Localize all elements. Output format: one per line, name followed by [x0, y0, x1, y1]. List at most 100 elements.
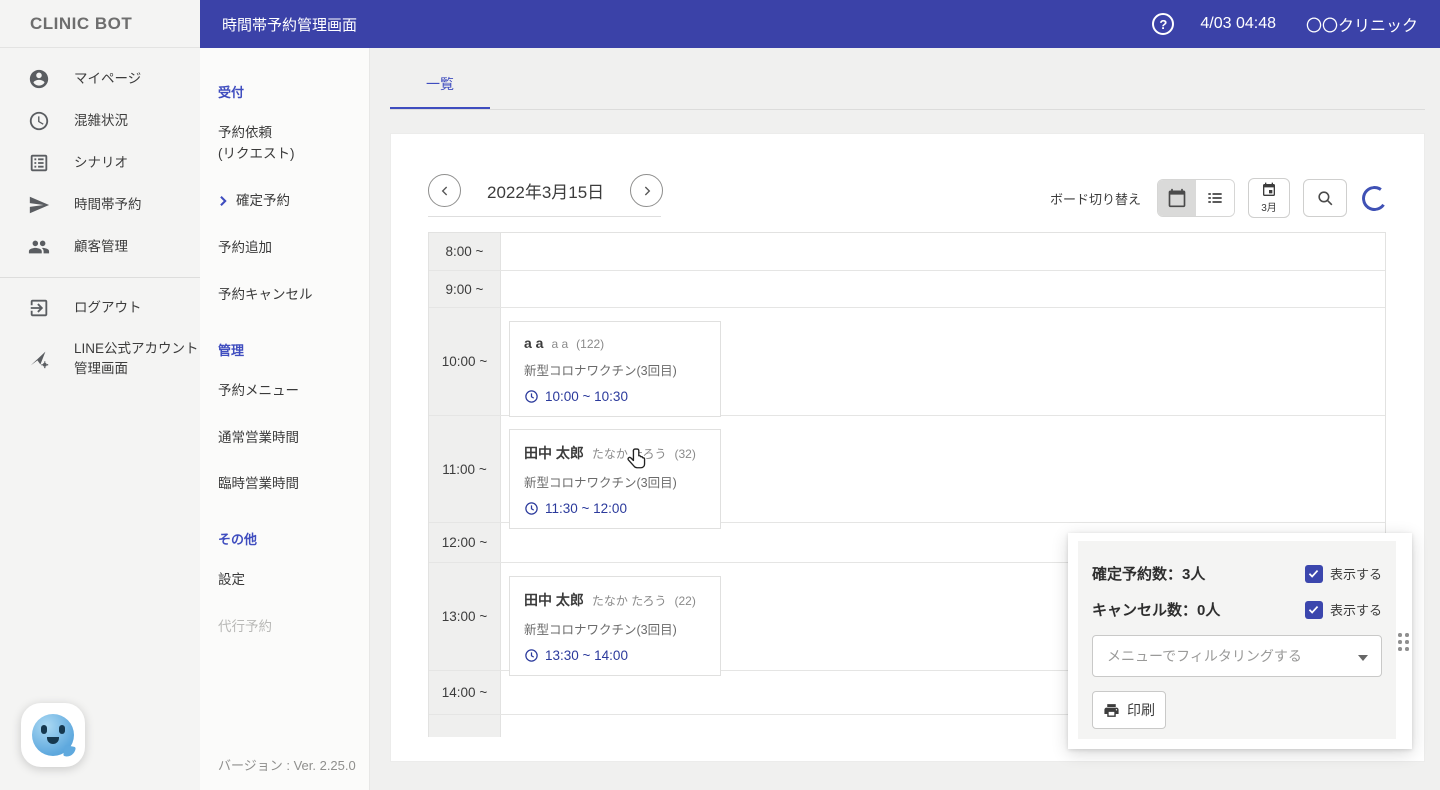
submenu-item-add[interactable]: 予約追加	[218, 238, 359, 259]
summary-panel: 確定予約数：3人 表示する キャンセル数：0人 表示する メニューでフィルタリン…	[1068, 533, 1412, 749]
appointment-slot: 10:00 ~ 10:30	[545, 389, 628, 404]
appointment-slot: 11:30 ~ 12:00	[545, 501, 627, 516]
time-label: 9:00 ~	[429, 271, 501, 307]
cancelled-count-label: キャンセル数：0人	[1092, 602, 1221, 619]
schedule-row-9[interactable]: 9:00 ~	[429, 271, 1385, 308]
next-day-button[interactable]	[630, 174, 664, 207]
current-date: 2022年3月15日	[487, 183, 605, 202]
sidebar-item-logout[interactable]: ログアウト	[0, 287, 200, 329]
submenu-item-request[interactable]: 予約依頼 (リクエスト)	[218, 123, 359, 165]
clock-icon	[525, 649, 538, 662]
slot-area[interactable]	[501, 233, 1385, 270]
appointment-card[interactable]: a a a a (122) 新型コロナワクチン(3回目) 10:00 ~ 10:…	[509, 321, 721, 417]
print-button-label: 印刷	[1127, 702, 1155, 718]
clock-icon	[29, 111, 49, 131]
clock-icon	[525, 390, 538, 403]
sidebar-item-line-account[interactable]: LINE公式アカウント 管理画面	[0, 329, 200, 390]
account-icon	[29, 69, 49, 89]
appointment-menu: 新型コロナワクチン(3回目)	[524, 623, 677, 637]
patient-kana: たなか たろう	[591, 594, 667, 608]
clinic-name: 〇〇クリニック	[1305, 18, 1418, 35]
cancelled-show-checkbox[interactable]	[1304, 600, 1323, 619]
month-button-label: 3月	[1261, 203, 1277, 214]
header-datetime: 4/03 04:48	[1200, 15, 1276, 32]
appointment-menu: 新型コロナワクチン(3回目)	[524, 476, 677, 490]
logout-icon	[30, 299, 48, 317]
patient-kana: a a	[551, 337, 569, 351]
submenu: 受付 予約依頼 (リクエスト) 確定予約 予約追加 予約キャンセル 管理 予約メ…	[200, 48, 370, 790]
sidebar-divider	[0, 277, 200, 278]
chevron-right-icon	[220, 196, 227, 207]
submenu-item-confirmed[interactable]: 確定予約	[218, 191, 359, 212]
version-label: バージョン : Ver. 2.25.0	[218, 758, 356, 773]
chevron-left-icon	[441, 186, 447, 195]
schedule-row-8[interactable]: 8:00 ~	[429, 233, 1385, 271]
logo-area: CLINIC BOT	[0, 0, 200, 48]
sidebar-item-timeslot[interactable]: 時間帯予約	[0, 184, 200, 226]
appointment-menu: 新型コロナワクチン(3回目)	[524, 364, 677, 378]
list-view-button[interactable]	[1196, 180, 1234, 216]
top-bar: CLINIC BOT 時間帯予約管理画面 ? 4/03 04:48 〇〇クリニッ…	[0, 0, 1440, 48]
submenu-item-cancel[interactable]: 予約キャンセル	[218, 285, 359, 306]
patient-name: a a	[524, 335, 544, 351]
search-button[interactable]	[1303, 179, 1347, 217]
title-bar: 時間帯予約管理画面 ? 4/03 04:48 〇〇クリニック	[200, 0, 1440, 48]
patient-number: (22)	[674, 594, 696, 608]
sidebar-item-customers[interactable]: 顧客管理	[0, 226, 200, 268]
schedule-row-11[interactable]: 11:00 ~ 田中 太郎 たなか たろう (32) 新型コロナワクチン(3回目…	[429, 416, 1385, 529]
panel-drag-handle[interactable]	[1398, 633, 1409, 651]
submenu-item-settings[interactable]: 設定	[218, 570, 359, 591]
appointment-slot: 13:30 ~ 14:00	[545, 648, 628, 663]
calendar-view-button[interactable]	[1158, 180, 1196, 216]
cancelled-show-toggle[interactable]: 表示する	[1304, 600, 1382, 619]
board-view-toggle	[1157, 179, 1235, 217]
time-label: 11:00 ~	[429, 416, 501, 522]
print-button[interactable]: 印刷	[1092, 691, 1166, 729]
help-icon[interactable]: ?	[1152, 13, 1175, 35]
summary-panel-content: 確定予約数：3人 表示する キャンセル数：0人 表示する メニューでフィルタリン…	[1078, 541, 1396, 739]
tab-list[interactable]: 一覧	[390, 74, 490, 109]
submenu-item-temp-hours[interactable]: 臨時営業時間	[218, 474, 359, 495]
submenu-header-reception: 受付	[218, 85, 245, 100]
filter-placeholder: メニューでフィルタリングする	[1107, 648, 1302, 664]
check-icon	[1309, 569, 1319, 578]
patient-kana: たなか たろう	[591, 447, 667, 461]
slot-area[interactable]	[501, 271, 1385, 307]
month-picker-button[interactable]: 3月	[1248, 178, 1290, 218]
sidebar-item-scenario[interactable]: シナリオ	[0, 142, 200, 184]
patient-number: (32)	[674, 447, 696, 461]
patient-number: (122)	[576, 337, 605, 351]
confirmed-show-checkbox[interactable]	[1304, 564, 1323, 583]
slot-area[interactable]: a a a a (122) 新型コロナワクチン(3回目) 10:00 ~ 10:…	[501, 308, 1385, 417]
clock-icon	[525, 502, 538, 515]
time-label: 10:00 ~	[429, 308, 501, 415]
list-icon	[1208, 193, 1222, 203]
schedule-row-10[interactable]: 10:00 ~ a a a a (122) 新型コロナワクチン(3回目) 10:…	[429, 308, 1385, 417]
printer-icon	[1104, 703, 1119, 717]
scenario-icon	[30, 154, 48, 172]
slot-area[interactable]: 田中 太郎 たなか たろう (32) 新型コロナワクチン(3回目) 11:30 …	[501, 416, 1385, 529]
sidebar-item-mypage[interactable]: マイページ	[0, 58, 200, 100]
patient-name: 田中 太郎	[524, 592, 584, 608]
chevron-right-icon	[644, 186, 650, 195]
page-title: 時間帯予約管理画面	[222, 16, 358, 34]
sidebar-item-congestion[interactable]: 混雑状況	[0, 100, 200, 142]
appointment-card[interactable]: 田中 太郎 たなか たろう (22) 新型コロナワクチン(3回目) 13:30 …	[509, 576, 721, 676]
show-label: 表示する	[1329, 567, 1382, 582]
sidebar: マイページ 混雑状況 シナリオ 時間帯予約 顧客管理 ログアウト LINE公式ア…	[0, 48, 200, 790]
time-label: 12:00 ~	[429, 523, 501, 562]
prev-day-button[interactable]	[428, 174, 461, 207]
submenu-header-other: その他	[218, 532, 258, 548]
submenu-item-menu[interactable]: 予約メニュー	[218, 381, 359, 402]
submenu-item-proxy-booking: 代行予約	[218, 619, 272, 635]
send-icon	[29, 196, 50, 214]
time-label: 13:00 ~	[429, 563, 501, 670]
calendar-icon	[1168, 188, 1186, 208]
check-icon	[1309, 605, 1319, 614]
menu-filter-select[interactable]: メニューでフィルタリングする	[1092, 635, 1382, 677]
chatbot-widget-button[interactable]	[21, 703, 85, 767]
submenu-item-normal-hours[interactable]: 通常営業時間	[218, 428, 359, 449]
appointment-card[interactable]: 田中 太郎 たなか たろう (32) 新型コロナワクチン(3回目) 11:30 …	[509, 429, 721, 529]
loading-spinner	[1360, 183, 1389, 213]
confirmed-show-toggle[interactable]: 表示する	[1304, 564, 1382, 583]
